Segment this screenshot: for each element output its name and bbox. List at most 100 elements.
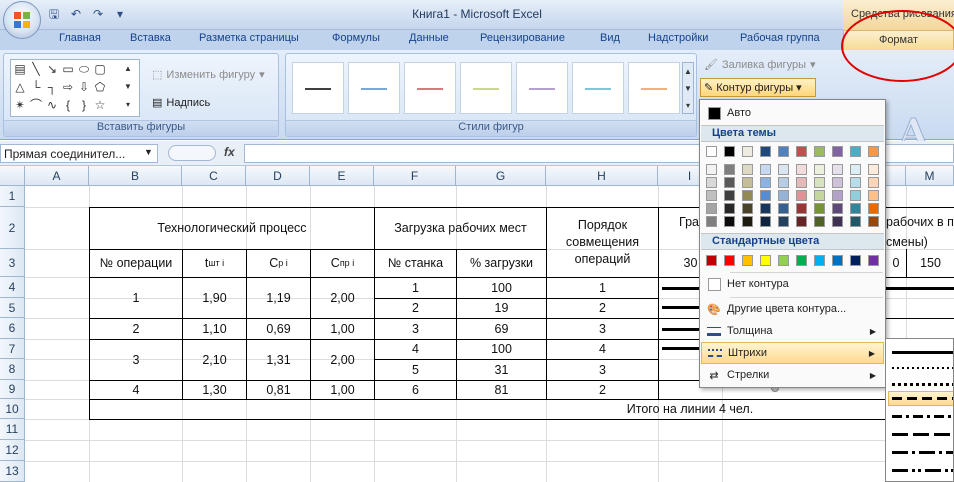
gallery-down-icon[interactable]: ▼ xyxy=(121,80,135,94)
shape-style-sample[interactable] xyxy=(348,62,400,114)
theme-shade-swatch[interactable] xyxy=(742,164,753,175)
load-cell[interactable]: 69 xyxy=(457,319,546,339)
theme-shade-swatch[interactable] xyxy=(868,164,879,175)
shape-style-sample[interactable] xyxy=(516,62,568,114)
dash-option-long-dash[interactable] xyxy=(892,433,953,436)
order-cell[interactable]: 1 xyxy=(547,278,658,298)
header-scale-150[interactable]: 150 xyxy=(907,250,954,277)
shape-fill-button[interactable]: 🖌 Заливка фигуры ▾ xyxy=(704,58,816,72)
shape-curve-icon[interactable]: ⌒ xyxy=(29,98,43,112)
theme-shade-swatch[interactable] xyxy=(778,164,789,175)
dash-option-square-dot[interactable] xyxy=(892,383,953,386)
theme-shade-swatch[interactable] xyxy=(742,177,753,188)
theme-shade-swatch[interactable] xyxy=(832,164,843,175)
theme-color-swatch[interactable] xyxy=(724,146,735,157)
station-cell[interactable]: 3 xyxy=(375,319,456,339)
shape-brace-right-icon[interactable]: } xyxy=(77,98,91,112)
theme-shade-swatch[interactable] xyxy=(814,216,825,227)
tab-home[interactable]: Главная xyxy=(59,32,101,44)
theme-shade-swatch[interactable] xyxy=(850,177,861,188)
tab-view[interactable]: Вид xyxy=(600,32,620,44)
name-box-dropdown-icon[interactable]: ▼ xyxy=(144,147,153,157)
shape-style-sample[interactable] xyxy=(572,62,624,114)
insert-function-icon[interactable]: fx xyxy=(224,145,235,159)
row-header[interactable]: 3 xyxy=(0,249,25,277)
row-header[interactable]: 5 xyxy=(0,298,25,318)
dash-option-round-dot[interactable] xyxy=(892,367,953,369)
theme-shade-swatch[interactable] xyxy=(814,164,825,175)
shape-elbow2-icon[interactable]: ┐ xyxy=(45,80,59,94)
theme-shade-swatch[interactable] xyxy=(706,203,717,214)
gantt-line[interactable] xyxy=(662,328,702,331)
header-cp-cell[interactable]: Cp i xyxy=(247,250,310,277)
theme-color-swatch[interactable] xyxy=(760,146,771,157)
standard-color-swatch[interactable] xyxy=(760,255,771,266)
order-cell[interactable]: 2 xyxy=(547,299,658,318)
tab-addins[interactable]: Надстройки xyxy=(648,32,708,44)
order-cell[interactable]: 3 xyxy=(547,319,658,339)
cpr-cell[interactable]: 2,00 xyxy=(311,278,374,318)
column-header-b[interactable]: B xyxy=(89,166,182,186)
cpr-cell[interactable]: 1,00 xyxy=(311,381,374,399)
theme-shade-swatch[interactable] xyxy=(706,190,717,201)
shape-right-arrow-icon[interactable]: ⇨ xyxy=(61,80,75,94)
theme-color-swatch[interactable] xyxy=(706,146,717,157)
theme-shade-swatch[interactable] xyxy=(868,190,879,201)
cpr-cell[interactable]: 2,00 xyxy=(311,340,374,380)
theme-shade-swatch[interactable] xyxy=(724,216,735,227)
theme-shade-swatch[interactable] xyxy=(760,203,771,214)
dash-option-dash[interactable] xyxy=(892,397,953,400)
dash-option-dash-dot[interactable] xyxy=(892,415,953,418)
header-order[interactable]: Порядок совмещения операций xyxy=(547,208,658,277)
shape-brace-icon[interactable]: { xyxy=(61,98,75,112)
dashes-item[interactable]: Штрихи ▶ xyxy=(701,342,884,364)
tab-formulas[interactable]: Формулы xyxy=(332,32,380,44)
shape-style-sample[interactable] xyxy=(628,62,680,114)
load-cell[interactable]: 100 xyxy=(457,340,546,359)
row-header[interactable]: 10 xyxy=(0,399,25,419)
header-station-no[interactable]: № станка xyxy=(375,250,456,277)
tab-review[interactable]: Рецензирование xyxy=(480,32,565,44)
gantt-line[interactable] xyxy=(886,287,954,290)
order-cell[interactable]: 2 xyxy=(547,381,658,399)
shape-star-icon[interactable]: ☆ xyxy=(93,98,107,112)
theme-shade-swatch[interactable] xyxy=(724,190,735,201)
shape-style-sample[interactable] xyxy=(460,62,512,114)
t-cell[interactable]: 1,90 xyxy=(183,278,246,318)
column-header-e[interactable]: E xyxy=(310,166,374,186)
shape-triangle-icon[interactable]: △ xyxy=(13,80,27,94)
theme-color-swatch[interactable] xyxy=(742,146,753,157)
office-button[interactable] xyxy=(3,1,41,39)
theme-shade-swatch[interactable] xyxy=(796,164,807,175)
select-all-corner[interactable] xyxy=(0,166,25,186)
theme-shade-swatch[interactable] xyxy=(850,216,861,227)
shape-textbox-icon[interactable]: ▤ xyxy=(13,62,27,76)
gallery-up-icon[interactable]: ▲ xyxy=(121,62,135,76)
header-t-cell[interactable]: t шт i xyxy=(183,250,246,277)
theme-color-swatch[interactable] xyxy=(778,146,789,157)
gantt-line[interactable] xyxy=(662,306,702,309)
shape-elbow-icon[interactable]: └ xyxy=(29,80,43,94)
station-cell[interactable]: 1 xyxy=(375,278,456,298)
theme-shade-swatch[interactable] xyxy=(850,203,861,214)
theme-shade-swatch[interactable] xyxy=(706,177,717,188)
tab-insert[interactable]: Вставка xyxy=(130,32,171,44)
theme-shade-swatch[interactable] xyxy=(832,216,843,227)
tab-data[interactable]: Данные xyxy=(409,32,449,44)
theme-shade-swatch[interactable] xyxy=(850,190,861,201)
t-cell[interactable]: 1,30 xyxy=(183,381,246,399)
formula-expand-handle[interactable] xyxy=(168,145,216,161)
shape-oval-icon[interactable]: ⬭ xyxy=(77,62,91,76)
row-header[interactable]: 4 xyxy=(0,277,25,298)
column-header-a[interactable]: A xyxy=(25,166,89,186)
theme-shade-swatch[interactable] xyxy=(832,203,843,214)
row-header[interactable]: 7 xyxy=(0,339,25,359)
op-no-cell[interactable]: 4 xyxy=(90,381,182,399)
cpr-cell[interactable]: 1,00 xyxy=(311,319,374,339)
station-cell[interactable]: 6 xyxy=(375,381,456,399)
header-cpr-cell[interactable]: Cпр i xyxy=(311,250,374,277)
textbox-button[interactable]: ▤ Надпись xyxy=(152,96,210,110)
theme-shade-swatch[interactable] xyxy=(742,216,753,227)
arrows-item[interactable]: ⇄ Стрелки ▶ xyxy=(701,364,884,386)
theme-shade-swatch[interactable] xyxy=(832,190,843,201)
